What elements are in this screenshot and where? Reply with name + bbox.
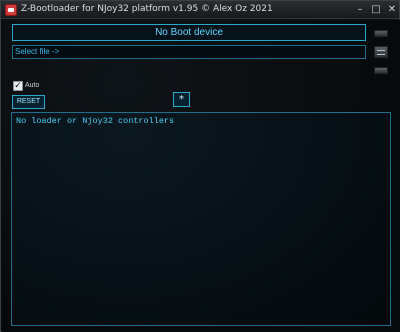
- maximize-button[interactable]: □: [369, 3, 383, 17]
- browse-file-button[interactable]: [374, 46, 388, 58]
- list-icon: [377, 50, 385, 55]
- minimize-button[interactable]: –: [353, 3, 367, 17]
- select-file-field[interactable]: Select file ->: [12, 45, 366, 59]
- auto-checkbox[interactable]: ✓: [13, 81, 23, 91]
- star-button[interactable]: *: [173, 92, 190, 107]
- side-button-bottom[interactable]: [374, 67, 388, 74]
- main-area: No Boot device Select file -> ✓ Auto RES…: [2, 20, 400, 332]
- app-icon: [5, 4, 17, 16]
- close-button[interactable]: ✕: [385, 3, 399, 17]
- reset-button[interactable]: RESET: [12, 95, 45, 109]
- log-panel[interactable]: No loader or Njoy32 controllers: [11, 112, 391, 326]
- title-bar: Z-Bootloader for NJoy32 platform v1.95 ©…: [1, 1, 399, 19]
- bootloader-window: Z-Bootloader for NJoy32 platform v1.95 ©…: [0, 0, 400, 332]
- auto-label: Auto: [25, 82, 40, 89]
- boot-device-status: No Boot device: [12, 24, 366, 41]
- log-line: No loader or Njoy32 controllers: [16, 116, 175, 126]
- window-title: Z-Bootloader for NJoy32 platform v1.95 ©…: [21, 4, 273, 14]
- side-button-top[interactable]: [374, 30, 388, 37]
